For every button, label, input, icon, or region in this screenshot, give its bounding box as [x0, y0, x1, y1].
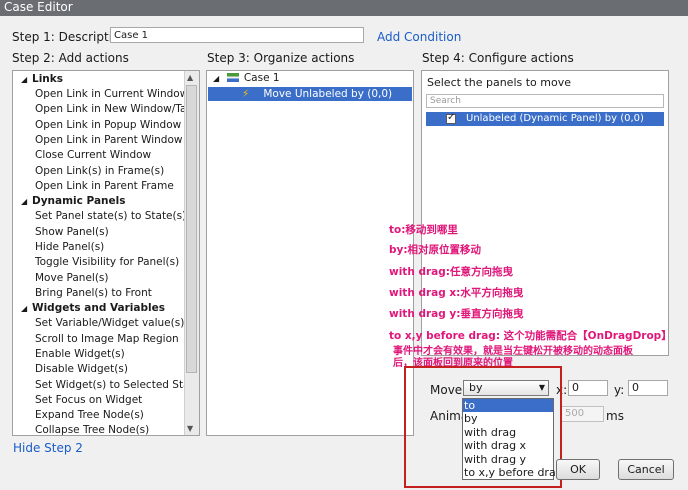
panel-item-label: Unlabeled (Dynamic Panel) by (0,0) [466, 113, 644, 124]
collapse-triangle-icon[interactable]: ◢ [21, 197, 32, 206]
ok-button[interactable]: OK [556, 459, 600, 480]
scroll-down-icon[interactable]: ▼ [187, 424, 193, 433]
action-item[interactable]: Set Panel state(s) to State(s) [35, 210, 186, 222]
action-item[interactable]: Open Link in Parent Window [35, 134, 182, 146]
option-with-drag-x[interactable]: with drag x [463, 439, 553, 452]
y-input[interactable]: 0 [628, 380, 668, 396]
group-widgets-variables[interactable]: ◢ Widgets and Variables [21, 302, 165, 314]
action-item[interactable]: Open Link(s) in Frame(s) [35, 165, 164, 177]
annotation-before-drag-1: to x,y before drag: 这个功能需配合【OnDragDrop】 [389, 330, 672, 342]
description-input[interactable]: Case 1 [110, 27, 364, 43]
organize-tree[interactable]: ◢ Case 1 ⚡ Move Unlabeled by (0,0) [206, 70, 414, 436]
action-item[interactable]: Set Widget(s) to Selected State [35, 379, 199, 391]
action-item[interactable]: Move Panel(s) [35, 272, 109, 284]
action-item[interactable]: Enable Widget(s) [35, 348, 125, 360]
option-by[interactable]: by [463, 412, 553, 425]
action-item[interactable]: Set Variable/Widget value(s) [35, 317, 184, 329]
action-item[interactable]: Expand Tree Node(s) [35, 409, 144, 421]
checkbox-checked-icon[interactable] [446, 111, 456, 125]
action-label: Move Unlabeled by (0,0) [263, 88, 393, 100]
step2-title: Step 2: Add actions [12, 51, 129, 65]
action-item[interactable]: Scroll to Image Map Region [35, 333, 179, 345]
action-item[interactable]: Open Link in New Window/Tab [35, 103, 193, 115]
action-item[interactable]: Hide Panel(s) [35, 241, 104, 253]
scrollbar-thumb[interactable] [186, 85, 197, 373]
move-type-dropdown[interactable]: to by with drag with drag x with drag y … [462, 398, 563, 480]
actions-scrollbar[interactable]: ▲ ▼ [184, 71, 199, 435]
collapse-triangle-icon[interactable]: ◢ [21, 304, 32, 313]
option-to[interactable]: to [463, 399, 553, 412]
option-with-drag[interactable]: with drag [463, 426, 553, 439]
case-label: Case 1 [243, 72, 280, 84]
action-item[interactable]: Toggle Visibility for Panel(s) [35, 256, 179, 268]
annotation-to: to:移动到哪里 [389, 224, 458, 236]
actions-list[interactable]: ◢ Links Open Link in Current Window Open … [12, 70, 200, 436]
hide-step2-link[interactable]: Hide Step 2 [13, 441, 83, 455]
cancel-button[interactable]: Cancel [618, 459, 674, 480]
group-links[interactable]: ◢ Links [21, 73, 63, 85]
group-label: Dynamic Panels [32, 195, 126, 207]
step4-title: Step 4: Configure actions [422, 51, 574, 65]
action-item[interactable]: Disable Widget(s) [35, 363, 128, 375]
tree-action-node[interactable]: ⚡ Move Unlabeled by (0,0) [208, 87, 412, 101]
option-to-xy-before-drag[interactable]: to x,y before drag [463, 466, 563, 479]
y-label: y: [614, 383, 625, 397]
annotation-with-drag-y: with drag y:垂直方向拖曳 [389, 308, 524, 320]
panel-list-item[interactable]: Unlabeled (Dynamic Panel) by (0,0) [426, 111, 664, 126]
x-input[interactable]: 0 [568, 380, 608, 396]
action-item[interactable]: Open Link in Popup Window [35, 119, 181, 131]
duration-input[interactable]: 500 [560, 406, 604, 422]
group-label: Widgets and Variables [32, 302, 165, 314]
tree-case-node[interactable]: ◢ Case 1 [213, 72, 280, 84]
annotation-with-drag-x: with drag x:水平方向拖曳 [389, 287, 524, 299]
group-dynamic-panels[interactable]: ◢ Dynamic Panels [21, 195, 126, 207]
scroll-up-icon[interactable]: ▲ [187, 73, 193, 82]
action-item[interactable]: Close Current Window [35, 149, 151, 161]
collapse-triangle-icon[interactable]: ◢ [21, 75, 32, 84]
action-item[interactable]: Collapse Tree Node(s) [35, 424, 149, 435]
collapse-triangle-icon[interactable]: ◢ [213, 74, 219, 83]
case-icon [226, 73, 239, 82]
action-item[interactable]: Open Link in Current Window [35, 88, 188, 100]
add-condition-link[interactable]: Add Condition [377, 30, 461, 44]
step3-title: Step 3: Organize actions [207, 51, 355, 65]
action-item[interactable]: Open Link in Parent Frame [35, 180, 174, 192]
action-item[interactable]: Show Panel(s) [35, 226, 109, 238]
lightning-icon: ⚡ [242, 88, 250, 100]
action-item[interactable]: Bring Panel(s) to Front [35, 287, 152, 299]
ms-label: ms [606, 409, 624, 423]
window-title: Case Editor [0, 0, 688, 16]
action-item[interactable]: Set Focus on Widget [35, 394, 142, 406]
group-label: Links [32, 73, 63, 85]
option-with-drag-y[interactable]: with drag y [463, 453, 553, 466]
annotation-by: by:相对原位置移动 [389, 244, 482, 256]
panel-search-input[interactable]: Search [426, 94, 664, 108]
annotation-with-drag: with drag:任意方向拖曳 [389, 266, 513, 278]
panels-heading: Select the panels to move [427, 76, 571, 89]
